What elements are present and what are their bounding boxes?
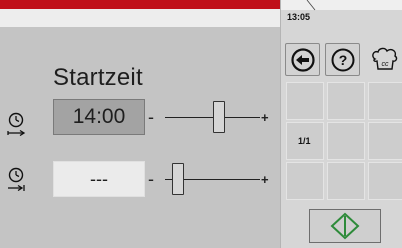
chef-hat-icon: cc bbox=[371, 47, 397, 70]
grid-cell[interactable] bbox=[327, 162, 365, 200]
grid-cell[interactable] bbox=[327, 82, 365, 120]
start-button[interactable] bbox=[309, 209, 381, 243]
end-time-icon bbox=[8, 167, 25, 191]
header-strip bbox=[0, 9, 280, 27]
grid-cell[interactable] bbox=[286, 82, 324, 120]
svg-text:cc: cc bbox=[381, 61, 389, 68]
help-button[interactable]: ? bbox=[325, 43, 360, 76]
back-arrow-icon bbox=[290, 47, 315, 72]
grid-cell[interactable] bbox=[327, 122, 365, 160]
start-time-panel: Startzeit 14:00 - + --- - + bbox=[0, 0, 280, 248]
accent-bar bbox=[0, 0, 280, 9]
grid-cell-label: 1/1 bbox=[298, 136, 311, 146]
screen: Startzeit 14:00 - + --- - + 13:05 ? cc 1… bbox=[0, 0, 402, 248]
grid-cell[interactable] bbox=[286, 162, 324, 200]
end-time-slider-thumb[interactable] bbox=[171, 163, 184, 195]
end-time-field[interactable]: --- bbox=[53, 161, 145, 197]
chef-button[interactable]: cc bbox=[367, 43, 402, 76]
page-title: Startzeit bbox=[53, 64, 143, 91]
question-icon: ? bbox=[331, 48, 354, 71]
sidebar: 13:05 ? cc 1/1 bbox=[280, 0, 402, 248]
back-button[interactable] bbox=[285, 43, 320, 76]
divider-line bbox=[306, 0, 316, 11]
start-time-slider-thumb[interactable] bbox=[213, 101, 226, 133]
start-time-plus[interactable]: + bbox=[261, 110, 269, 125]
grid-cell[interactable] bbox=[368, 162, 402, 200]
grid-cell[interactable] bbox=[368, 82, 402, 120]
status-clock: 13:05 bbox=[287, 12, 311, 22]
end-time-plus[interactable]: + bbox=[261, 172, 269, 187]
end-time-minus[interactable]: - bbox=[148, 169, 154, 190]
start-time-field[interactable]: 14:00 bbox=[53, 99, 145, 135]
start-diamond-icon bbox=[330, 212, 360, 240]
grid-cell[interactable] bbox=[368, 122, 402, 160]
svg-text:?: ? bbox=[338, 52, 347, 68]
start-time-icon bbox=[7, 112, 26, 136]
start-time-minus[interactable]: - bbox=[148, 107, 154, 128]
